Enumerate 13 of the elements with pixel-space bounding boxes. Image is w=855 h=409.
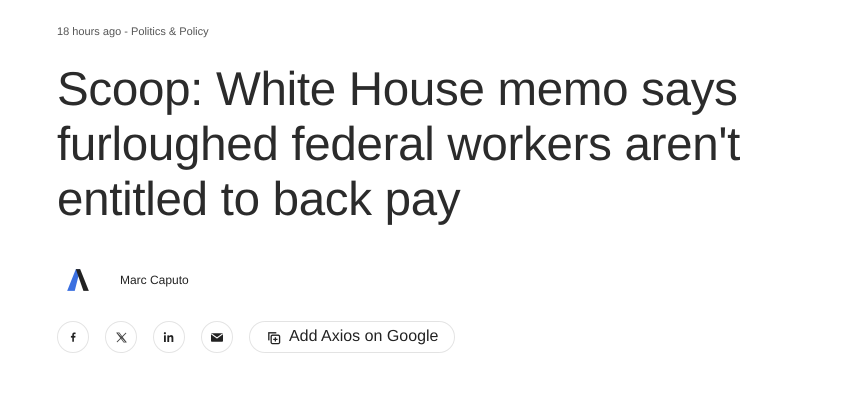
email-share-button[interactable] [201, 321, 233, 353]
add-icon [266, 330, 281, 344]
headline: Scoop: White House memo says furloughed federal workers aren't entitled to back pay [57, 62, 742, 227]
linkedin-icon [163, 332, 175, 342]
x-icon [116, 332, 126, 342]
envelope-icon [211, 332, 223, 342]
add-source-button[interactable]: Add Axios on Google [249, 321, 456, 353]
share-button[interactable] [105, 321, 137, 353]
article-meta: 18 hours ago - Politics & Policy [57, 26, 210, 38]
author-name: Marc Caputo [120, 273, 189, 287]
facebook-icon [70, 332, 76, 342]
logo-icon [65, 267, 91, 293]
share-button[interactable] [153, 321, 185, 353]
